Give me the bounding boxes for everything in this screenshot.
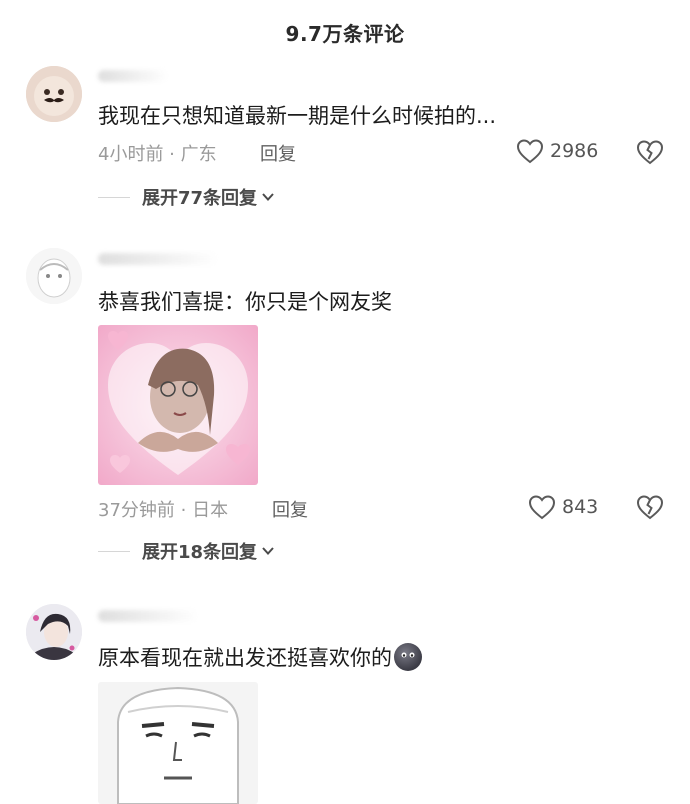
comment-text-body: 原本看现在就出发还挺喜欢你的	[98, 646, 392, 670]
chevron-down-icon	[262, 193, 274, 201]
broken-heart-icon[interactable]	[636, 493, 664, 521]
avatar[interactable]	[26, 66, 82, 122]
username-blurred[interactable]	[98, 253, 218, 265]
comment-text: 原本看现在就出发还挺喜欢你的	[98, 642, 422, 672]
reply-button[interactable]: 回复	[272, 496, 308, 522]
divider-line	[98, 196, 130, 198]
attached-image[interactable]	[98, 682, 258, 804]
comment-meta: 37分钟前 · 日本	[98, 500, 229, 521]
heart-outline-icon	[528, 495, 556, 520]
broken-heart-icon[interactable]	[636, 138, 664, 166]
comment-text: 恭喜我们喜提：你只是个网友奖	[98, 290, 392, 314]
reply-button[interactable]: 回复	[260, 140, 296, 166]
attached-image[interactable]	[98, 325, 258, 485]
like-button[interactable]: 843	[528, 494, 598, 520]
expand-replies-label: 展开18条回复	[142, 542, 258, 563]
comment-meta: 4小时前 · 广东	[98, 144, 217, 165]
username-blurred[interactable]	[98, 70, 168, 82]
expand-replies-button[interactable]: 展开77条回复	[98, 184, 275, 210]
like-count: 2986	[550, 140, 599, 162]
username-blurred[interactable]	[98, 610, 198, 622]
divider-line	[98, 550, 130, 552]
avatar[interactable]	[26, 604, 82, 660]
expand-replies-button[interactable]: 展开18条回复	[98, 538, 275, 564]
comment-count-title: 9.7万条评论	[285, 22, 405, 46]
heart-outline-icon	[516, 139, 544, 164]
comment-text: 我现在只想知道最新一期是什么时候拍的...	[98, 104, 497, 128]
blob-emoji-icon	[394, 643, 422, 671]
like-button[interactable]: 2986	[516, 138, 598, 164]
avatar[interactable]	[26, 248, 82, 304]
like-count: 843	[562, 496, 599, 518]
expand-replies-label: 展开77条回复	[142, 188, 258, 209]
chevron-down-icon	[262, 547, 274, 555]
